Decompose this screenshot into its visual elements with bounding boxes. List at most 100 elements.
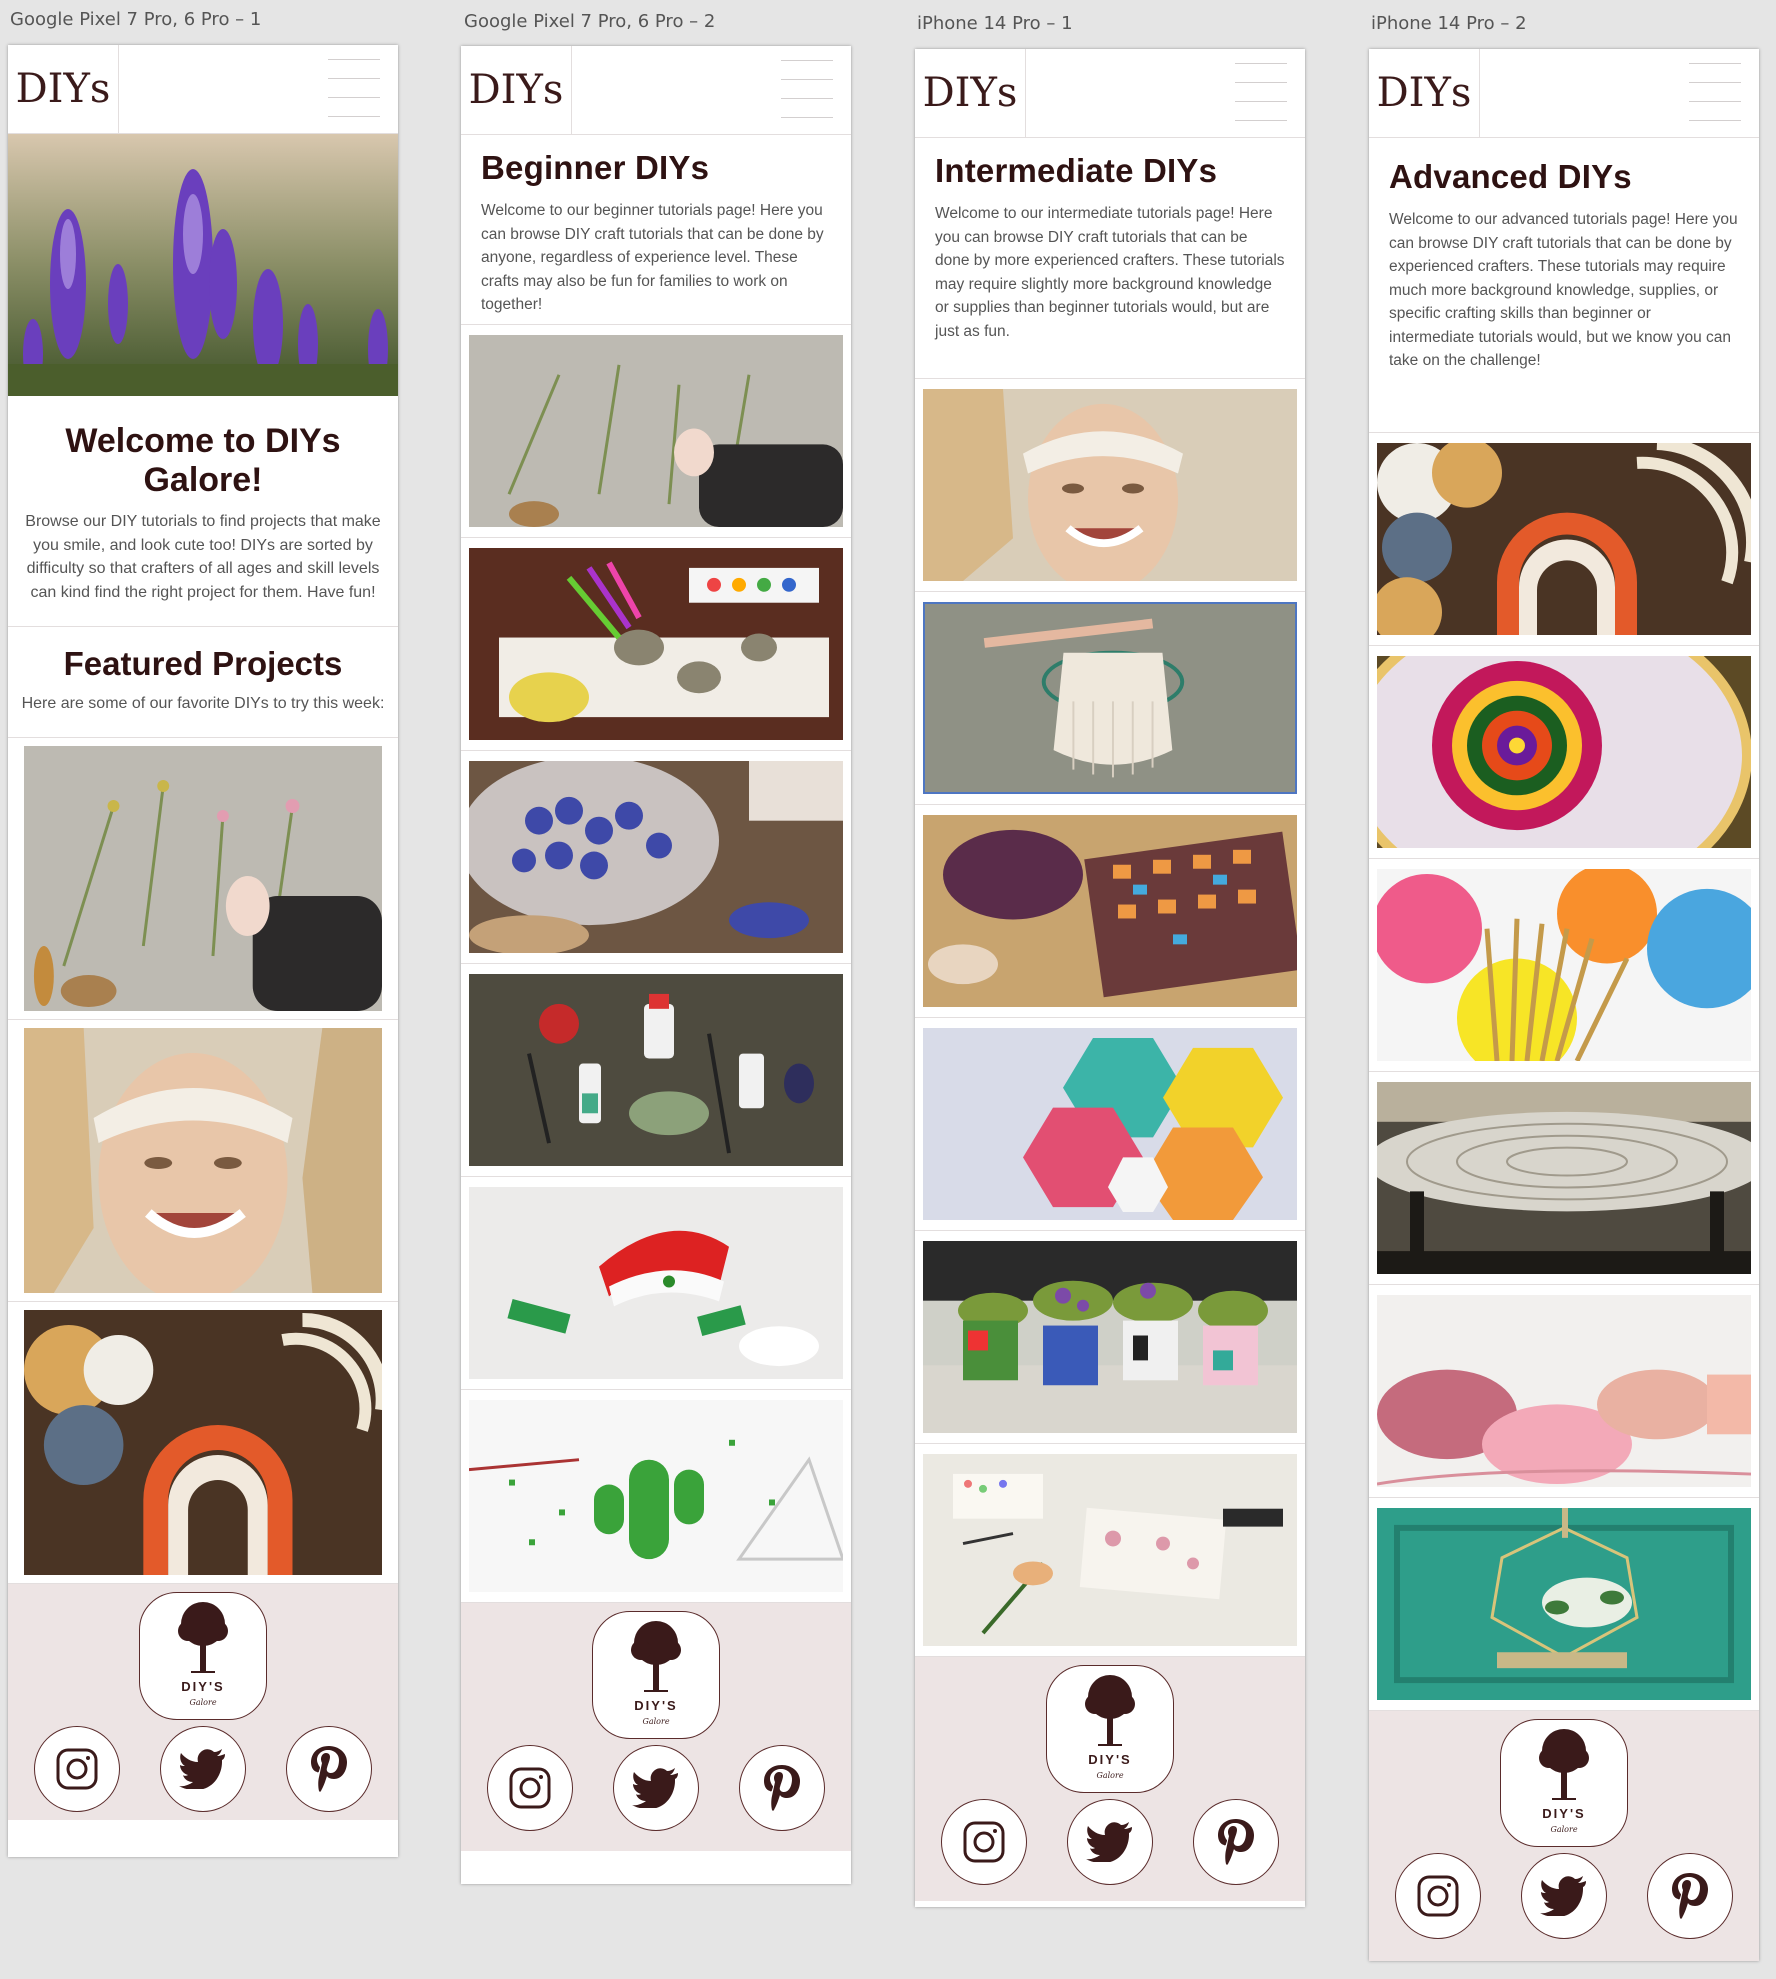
page-intro: Welcome to our beginner tutorials page! … <box>481 202 824 313</box>
twitter-icon[interactable] <box>613 1745 699 1831</box>
menu-icon[interactable] <box>1235 63 1287 139</box>
site-header: DIYs <box>1369 49 1759 138</box>
artboard-advanced: DIYs Advanced DIYs Welcome to our advanc… <box>1369 49 1759 1961</box>
menu-icon[interactable] <box>328 59 380 135</box>
origami-flowers-image <box>923 1028 1297 1220</box>
featured-title: Featured Projects <box>63 645 343 682</box>
footer-brand-sub: Galore <box>1096 1771 1124 1780</box>
artboard-label-4: iPhone 14 Pro – 2 <box>1371 13 1527 34</box>
menu-icon[interactable] <box>1689 63 1741 139</box>
footer-brand: DIY'S <box>1542 1806 1586 1821</box>
painted-rocks-image <box>469 548 843 740</box>
site-header: DIYs <box>461 46 851 135</box>
twitter-icon[interactable] <box>160 1726 246 1812</box>
tutorial-card[interactable] <box>915 1444 1305 1657</box>
macrame-rainbow-image <box>1377 443 1751 635</box>
tutorial-card[interactable] <box>461 1177 851 1390</box>
tutorial-card[interactable] <box>461 325 851 538</box>
footer-brand-sub: Galore <box>189 1698 217 1707</box>
artboard-label-1: Google Pixel 7 Pro, 6 Pro – 1 <box>10 9 262 30</box>
tutorial-card[interactable] <box>461 1390 851 1603</box>
tutorial-card[interactable] <box>461 538 851 751</box>
lace-doily-image <box>1377 1082 1751 1274</box>
tutorial-card[interactable] <box>1369 1072 1759 1285</box>
pinterest-icon[interactable] <box>1647 1853 1733 1939</box>
instagram-icon[interactable] <box>1395 1853 1481 1939</box>
pressed-flowers-image <box>469 335 843 527</box>
pinterest-icon[interactable] <box>286 1726 372 1812</box>
site-logo[interactable]: DIYs <box>915 49 1026 137</box>
footer-brand: DIY'S <box>1088 1752 1132 1767</box>
instagram-icon[interactable] <box>941 1799 1027 1885</box>
geometric-wreath-image <box>1377 1508 1751 1700</box>
intro-section: Beginner DIYs Welcome to our beginner tu… <box>461 135 851 325</box>
site-footer: DIY'S Galore <box>8 1584 398 1820</box>
site-logo[interactable]: DIYs <box>1369 49 1480 137</box>
tutorial-card[interactable] <box>915 805 1305 1018</box>
tutorial-card[interactable] <box>915 1231 1305 1444</box>
artboard-beginner: DIYs Beginner DIYs Welcome to our beginn… <box>461 46 851 1884</box>
footer-logo[interactable]: DIY'S Galore <box>592 1611 720 1739</box>
tree-icon <box>1539 1729 1589 1800</box>
footer-logo[interactable]: DIY'S Galore <box>1046 1665 1174 1793</box>
bead-mosaic-image <box>923 815 1297 1007</box>
page-intro: Welcome to our advanced tutorials page! … <box>1389 211 1738 369</box>
tutorial-card[interactable] <box>1369 1285 1759 1498</box>
instagram-icon[interactable] <box>487 1745 573 1831</box>
cactus-beads-image <box>469 1400 843 1592</box>
footer-brand: DIY'S <box>181 1679 225 1694</box>
page-title: Advanced DIYs <box>1389 158 1632 195</box>
featured-section: Featured Projects Here are some of our f… <box>8 627 398 738</box>
twitter-icon[interactable] <box>1521 1853 1607 1939</box>
featured-project-card[interactable] <box>8 738 398 1020</box>
tutorial-card[interactable] <box>1369 859 1759 1072</box>
tutorial-card[interactable] <box>1369 433 1759 646</box>
headband-girl-image <box>24 1028 382 1293</box>
embroidery-hoop-image <box>1377 656 1751 848</box>
site-footer: DIY'S Galore <box>915 1657 1305 1901</box>
pressed-flowers-image <box>24 746 382 1011</box>
macrame-rainbow-image <box>24 1310 382 1575</box>
intro-section: Advanced DIYs Welcome to our advanced tu… <box>1369 138 1759 433</box>
featured-project-card[interactable] <box>8 1020 398 1302</box>
tutorial-card[interactable] <box>1369 646 1759 859</box>
pinterest-icon[interactable] <box>739 1745 825 1831</box>
site-header: DIYs <box>8 45 398 134</box>
footer-brand: DIY'S <box>634 1698 678 1713</box>
macrame-wall-hanging-image <box>923 602 1297 794</box>
tutorial-card[interactable] <box>915 1018 1305 1231</box>
artboard-label-2: Google Pixel 7 Pro, 6 Pro – 2 <box>464 11 716 32</box>
site-footer: DIY'S Galore <box>461 1603 851 1851</box>
artboard-label-3: iPhone 14 Pro – 1 <box>917 13 1073 34</box>
pinterest-icon[interactable] <box>1193 1799 1279 1885</box>
page-intro: Welcome to our intermediate tutorials pa… <box>935 205 1285 340</box>
footer-logo[interactable]: DIY'S Galore <box>1500 1719 1628 1847</box>
welcome-title: Welcome to DIYs Galore! <box>65 422 341 499</box>
artboard-home: DIYs Welcome to DIYs Galore! Browse our … <box>8 45 398 1857</box>
tutorial-card[interactable] <box>461 964 851 1177</box>
instagram-icon[interactable] <box>34 1726 120 1812</box>
painting-supplies-image <box>469 974 843 1166</box>
christmas-craft-image <box>469 1187 843 1379</box>
painted-pots-image <box>923 1241 1297 1433</box>
crochet-hooks-image <box>1377 869 1751 1061</box>
featured-text: Here are some of our favorite DIYs to tr… <box>21 695 385 712</box>
footer-logo[interactable]: DIY'S Galore <box>139 1592 267 1720</box>
site-logo[interactable]: DIYs <box>461 46 572 134</box>
twitter-icon[interactable] <box>1067 1799 1153 1885</box>
hero-image <box>8 134 398 396</box>
page-title: Beginner DIYs <box>481 149 710 186</box>
tree-icon <box>178 1602 228 1673</box>
tutorial-card[interactable] <box>915 592 1305 805</box>
footer-brand-sub: Galore <box>1550 1825 1578 1834</box>
page-title: Intermediate DIYs <box>935 152 1218 189</box>
watercolor-desk-image <box>923 1454 1297 1646</box>
tutorial-card[interactable] <box>915 379 1305 592</box>
tutorial-card[interactable] <box>461 751 851 964</box>
menu-icon[interactable] <box>781 60 833 136</box>
tree-icon <box>631 1621 681 1692</box>
tutorial-card[interactable] <box>1369 1498 1759 1711</box>
site-logo[interactable]: DIYs <box>8 45 119 133</box>
featured-project-card[interactable] <box>8 1302 398 1584</box>
pink-yarn-image <box>1377 1295 1751 1487</box>
